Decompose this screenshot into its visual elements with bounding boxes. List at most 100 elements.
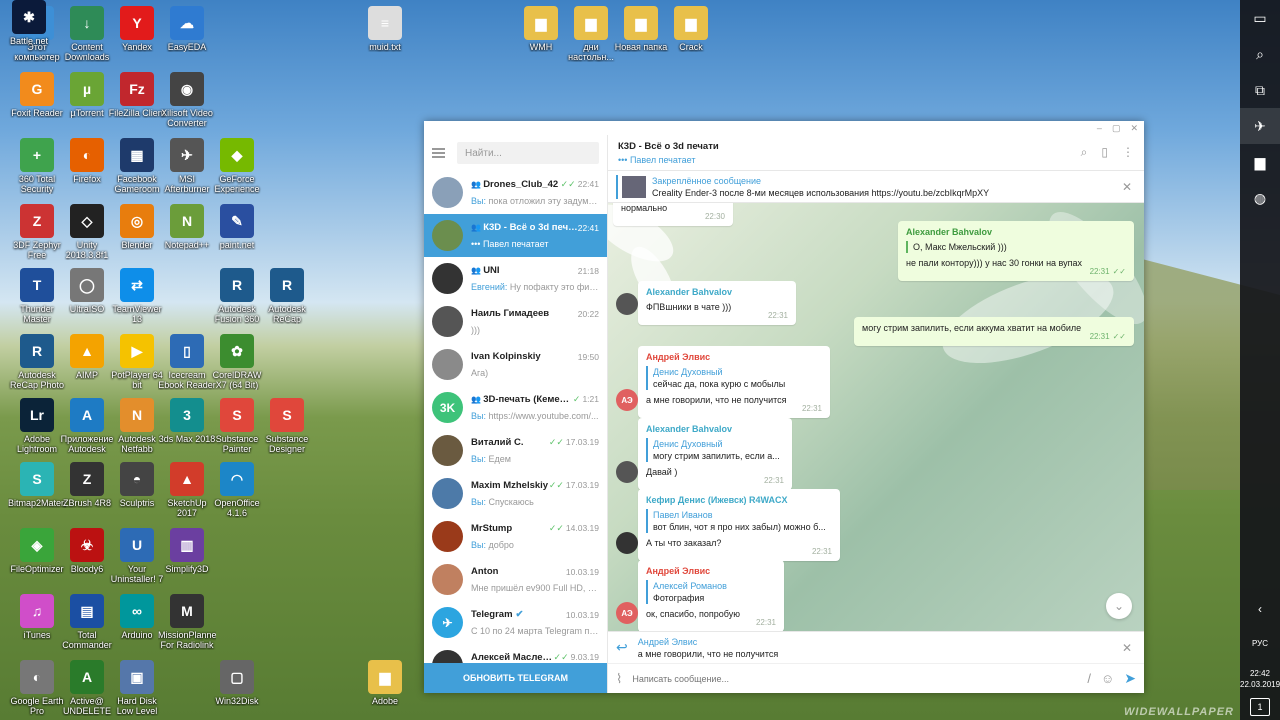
desktop-icon[interactable]: ⇄ TeamViewer 13 xyxy=(108,268,166,324)
message-input[interactable] xyxy=(632,673,1078,684)
close-button[interactable]: ✕ xyxy=(1130,123,1138,134)
sender-avatar[interactable]: АЭ xyxy=(616,389,638,411)
search-icon[interactable]: ⌕ xyxy=(1240,36,1280,72)
desktop-icon[interactable]: ◠ OpenOffice 4.1.6 xyxy=(208,462,266,518)
chat-row: MrStump ✓✓ 14.03.19 xyxy=(471,523,599,534)
message-sender[interactable]: Кефир Денис (Ижевск) R4WACX xyxy=(646,494,832,506)
desktop-button[interactable]: ▭ xyxy=(1240,0,1280,36)
quoted-message[interactable]: Павел Иванов вот блин, чот я про них забы… xyxy=(646,509,832,533)
chat-item[interactable]: Anton 10.03.19 Мне пришёл ev900 Full HD, в… xyxy=(424,558,607,601)
desktop-icon[interactable]: ✎ paint.net xyxy=(208,204,266,250)
quoted-message[interactable]: О, Макс Мжельский ))) xyxy=(906,241,1126,253)
chat-preview: С 10 по 24 марта Telegram про... xyxy=(471,626,599,636)
pinned-message[interactable]: Закреплённое сообщение Creality Ender-3 … xyxy=(608,171,1144,203)
message-bubble[interactable]: Alexander Bahvalov ФПВшники в чате ))) 22:… xyxy=(638,281,796,325)
chrome-icon[interactable]: ◍ xyxy=(1240,180,1280,216)
desktop-icon[interactable]: ▢ Win32Disk xyxy=(208,660,266,706)
chat-item[interactable]: 👥 Drones_Club_42 ✓✓ 22:41 Вы: пока отложил … xyxy=(424,171,607,214)
message-time-text: 22:31 xyxy=(1089,332,1110,341)
message-bubble[interactable]: Alexander Bahvalov Денис Духовный могу стр… xyxy=(638,418,792,490)
attach-icon[interactable]: ⌇ xyxy=(616,671,622,687)
emoji-icon[interactable]: ☺ xyxy=(1101,671,1114,686)
chat-item[interactable]: Виталий С. ✓✓ 17.03.19 Вы: Едем xyxy=(424,429,607,472)
search-input[interactable]: Найти... xyxy=(457,142,599,164)
close-icon[interactable]: ✕ xyxy=(1122,180,1132,194)
quoted-message[interactable]: Денис Духовный сейчас да, пока курю с моб… xyxy=(646,366,822,390)
desktop-icon[interactable]: ✿ CorelDRAW X7 (64 Bit) xyxy=(208,334,266,390)
quoted-message[interactable]: Денис Духовный могу стрим запилить, если … xyxy=(646,438,784,462)
file-explorer-icon[interactable]: ▆ xyxy=(1240,144,1280,180)
more-vertical-icon[interactable]: ⋮ xyxy=(1122,145,1134,160)
desktop-icon[interactable]: M MissionPlanner For Radiolink xyxy=(158,594,216,650)
message-bubble[interactable]: Alexander Bahvalov О, Макс Мжельский ))) н… xyxy=(898,221,1134,281)
wallpaper-watermark: WIDEWALLPAPER xyxy=(1124,706,1234,718)
chat-time-text: 14.03.19 xyxy=(565,523,599,533)
message-bubble[interactable]: Андрей Элвис Денис Духовный сейчас да, пок… xyxy=(638,346,830,418)
message-sender[interactable]: Alexander Bahvalov xyxy=(906,226,1126,238)
message-text: а мне говорили, что не получится xyxy=(646,395,787,405)
desktop-icon[interactable]: ▆ Adobe xyxy=(356,660,414,706)
desktop-icon[interactable]: ▥ Simplify3D xyxy=(158,528,216,574)
desktop-icon[interactable]: ▣ Hard Disk Low Level xyxy=(108,660,166,716)
chat-title[interactable]: К3D - Всё о 3d печати xyxy=(618,141,719,152)
send-icon[interactable]: ➤ xyxy=(1124,670,1136,687)
chat-item[interactable]: ✈ Telegram ✔ 10.03.19 С 10 по 24 марта Teleg… xyxy=(424,601,607,644)
desktop-icon[interactable]: ☁ EasyEDA xyxy=(158,6,216,52)
app-icon: ◇ xyxy=(70,204,104,238)
scroll-down-button[interactable]: ⌄ xyxy=(1106,593,1132,619)
desktop-icon[interactable]: ◉ Xilisoft Video Converter xyxy=(158,72,216,128)
task-view-icon[interactable]: ⧉ xyxy=(1240,72,1280,108)
desktop-icon[interactable]: ✱ Battle.net xyxy=(0,0,58,46)
avatar xyxy=(432,220,463,251)
message-time-text: 22:31 xyxy=(1089,267,1110,276)
chat-item[interactable]: 👥 К3D - Всё о 3d печати 22:41 ••• Павел пе… xyxy=(424,214,607,257)
chat-item[interactable]: Ivan Kolpinskiy 19:50 Ага) xyxy=(424,343,607,386)
app-icon: Z xyxy=(70,462,104,496)
chat-item[interactable]: 👥 UNI 21:18 Евгений: Ну пофакту это фиго..… xyxy=(424,257,607,300)
desktop-icon[interactable]: ≡ muid.txt xyxy=(356,6,414,52)
chat-item[interactable]: Наиль Гимадеев 20:22))) xyxy=(424,300,607,343)
app-icon: ◐ xyxy=(70,138,104,172)
chat-list: 👥 Drones_Club_42 ✓✓ 22:41 Вы: пока отложил … xyxy=(424,171,607,687)
chat-name: Виталий С. xyxy=(471,437,524,448)
desktop-icon-label: Win32Disk xyxy=(215,696,259,706)
message-sender[interactable]: Андрей Элвис xyxy=(646,351,822,363)
message-bubble[interactable]: Кефир Денис (Ижевск) R4WACX Павел Иванов в… xyxy=(638,489,840,561)
chat-item[interactable]: MrStump ✓✓ 14.03.19 Вы: добро xyxy=(424,515,607,558)
sender-avatar[interactable] xyxy=(616,532,638,554)
sidebar-toggle-icon[interactable]: ▯ xyxy=(1101,145,1108,160)
read-check-icon: ✓✓ xyxy=(548,480,564,490)
commands-icon[interactable]: / xyxy=(1087,671,1091,686)
message-bubble[interactable]: Андрей Элвис Алексей Романов Фотография ок,… xyxy=(638,560,784,631)
chat-item[interactable]: Maxim Mzhelskiy ✓✓ 17.03.19 Вы: Спускаюсь xyxy=(424,472,607,515)
sender-avatar[interactable]: АЭ xyxy=(616,602,638,624)
desktop-icon[interactable]: R Autodesk ReCap xyxy=(258,268,316,324)
search-icon[interactable]: ⌕ xyxy=(1081,145,1088,160)
sender-avatar[interactable] xyxy=(616,293,638,315)
telegram-icon[interactable]: ✈ xyxy=(1240,108,1280,144)
maximize-button[interactable]: ▢ xyxy=(1112,123,1121,134)
cancel-reply-icon[interactable]: ✕ xyxy=(1122,641,1132,655)
desktop-icon[interactable]: ▆ Crack xyxy=(662,6,720,52)
menu-icon[interactable] xyxy=(432,148,445,158)
chat-info: 👥 К3D - Всё о 3d печати 22:41 ••• Павел пе… xyxy=(471,222,599,249)
chat-name-text: Наиль Гимадеев xyxy=(471,308,550,319)
quoted-message[interactable]: Алексей Романов Фотография xyxy=(646,580,776,604)
sender-avatar[interactable] xyxy=(616,461,638,483)
input-language[interactable]: РУС xyxy=(1240,639,1280,648)
chat-item[interactable]: 3K 👥 3D-печать (Кемер... ✓ 1:21 Вы: https://… xyxy=(424,386,607,429)
chat-header: К3D - Всё о 3d печати ••• Павел печатает… xyxy=(608,135,1144,171)
message-bubble[interactable]: могу стрим запилить, если аккума хватит … xyxy=(854,317,1134,346)
message-sender[interactable]: Alexander Bahvalov xyxy=(646,286,788,298)
tray-arrow-icon[interactable]: ‹ xyxy=(1240,602,1280,616)
system-clock[interactable]: 22:42 22.03.2019 xyxy=(1240,668,1280,690)
desktop-icon[interactable]: ◆ GeForce Experience xyxy=(208,138,266,194)
message-sender[interactable]: Андрей Элвис xyxy=(646,565,776,577)
notification-center-button[interactable]: 1 xyxy=(1250,698,1270,716)
message-sender[interactable]: Alexander Bahvalov xyxy=(646,423,784,435)
app-icon: ↓ xyxy=(70,6,104,40)
desktop-icon[interactable]: S Substance Designer xyxy=(258,398,316,454)
message-bubble[interactable]: нормально 22:30 xyxy=(613,203,733,226)
update-telegram-button[interactable]: ОБНОВИТЬ TELEGRAM xyxy=(424,663,607,693)
minimize-button[interactable]: – xyxy=(1097,123,1102,133)
